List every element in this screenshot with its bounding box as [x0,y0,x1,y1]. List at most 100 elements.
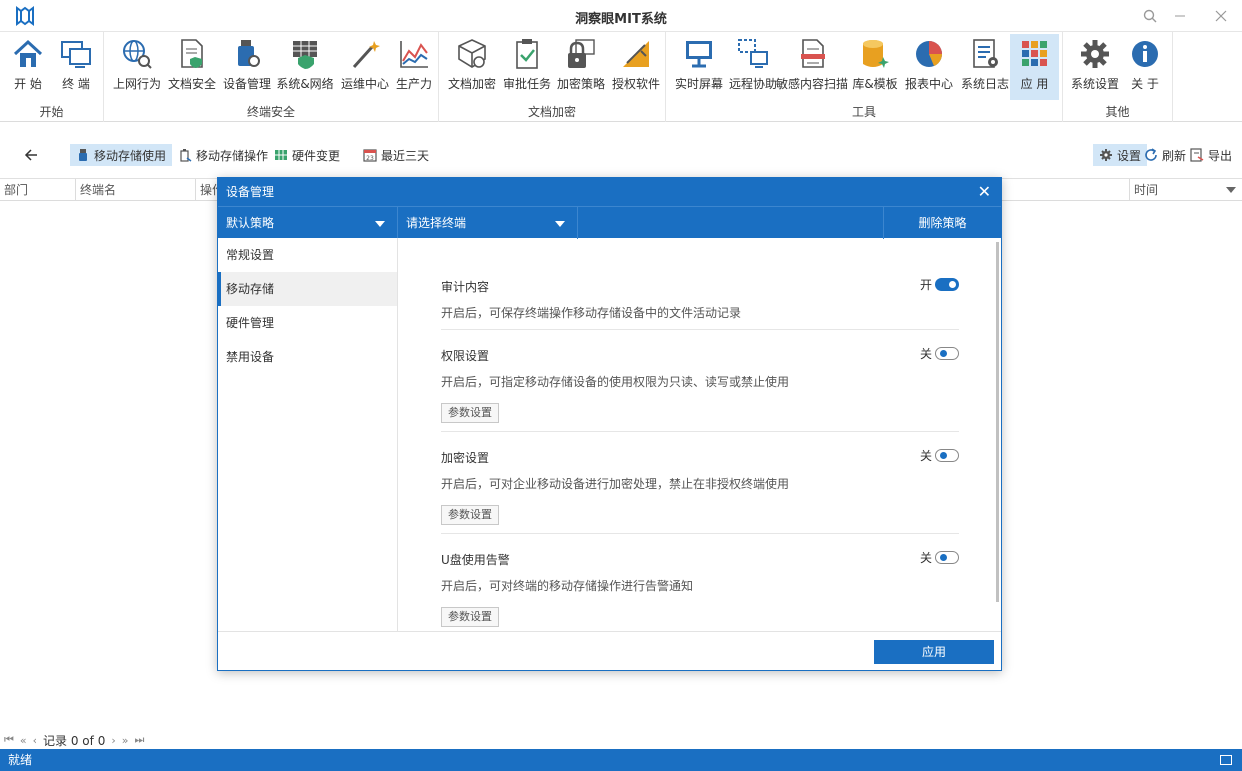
ribbon-terminal-button[interactable]: 终 端 [54,34,98,100]
scrollbar[interactable] [996,242,999,602]
dialog-policy-bar: 默认策略 请选择终端 删除策略 [218,206,1001,239]
toggle-switch[interactable] [935,551,959,564]
encryption-toggle[interactable]: 关 [920,447,959,464]
chevron-down-icon [375,221,385,227]
ribbon-library-template-button[interactable]: 库&模板 [850,34,900,100]
ribbon-system-settings-button[interactable]: 系统设置 [1069,34,1121,100]
svg-text:23: 23 [366,155,374,162]
encrypt-policy-icon [568,39,595,68]
remote-assist-icon [738,39,768,68]
search-icon[interactable] [1140,6,1160,26]
prev-page-icon[interactable]: ‹ [33,734,37,747]
ribbon-system-log-button[interactable]: 系统日志 [960,34,1010,100]
next-block-icon[interactable]: » [122,734,129,747]
ribbon-device-management-button[interactable]: 设备管理 [222,34,272,100]
ribbon-document-security-button[interactable]: 文档安全 [168,34,216,100]
ribbon-sensitive-scan-button[interactable]: 敏感内容扫描 [776,34,848,100]
usb-alert-toggle[interactable]: 关 [920,549,959,566]
mobile-storage-op-button[interactable]: 移动存储操作 [172,144,274,166]
ops-center-icon [352,41,380,69]
section-encryption: 加密设置 关 开启后，可对企业移动设备进行加密处理，禁止在非授权终端使用 参数设… [441,449,959,529]
first-page-icon[interactable]: ⏮ [4,733,14,747]
usb-alert-params-button[interactable]: 参数设置 [441,607,499,627]
status-text: 就绪 [8,753,33,767]
refresh-icon [1145,148,1157,161]
storage-operation-icon [180,149,192,162]
hardware-grid-icon [275,150,287,160]
ribbon-approval-task-button[interactable]: 审批任务 [503,34,551,100]
sidebar-item-general[interactable]: 常规设置 [218,238,397,272]
column-department[interactable]: 部门 [0,179,76,201]
dialog-sidebar: 常规设置 移动存储 硬件管理 禁用设备 [218,238,398,631]
ribbon-ops-center-button[interactable]: 运维中心 [340,34,390,100]
library-template-icon [863,40,889,68]
ribbon-system-network-button[interactable]: 系统&网络 [276,34,334,100]
sensitive-scan-icon [801,39,825,68]
toggle-switch[interactable] [935,347,959,360]
ribbon-start-button[interactable]: 开 始 [6,34,50,100]
system-network-icon [293,41,317,69]
column-time[interactable]: 时间 [1129,179,1219,201]
toggle-switch[interactable] [935,449,959,462]
divider [441,431,959,432]
recent-three-days-button[interactable]: 23 最近三天 [357,144,435,166]
web-behavior-icon [123,40,152,69]
back-button[interactable] [18,144,44,166]
ribbon-document-encrypt-button[interactable]: 文档加密 [447,34,497,100]
permission-toggle[interactable]: 关 [920,345,959,362]
pager: ⏮ « ‹ 记录 0 of 0 › » ⏭ [0,731,144,749]
close-icon[interactable]: ✕ [978,183,991,201]
ribbon-productivity-button[interactable]: 生产力 [394,34,434,100]
last-page-icon[interactable]: ⏭ [134,733,144,747]
section-audit-content: 审计内容 开 开启后，可保存终端操作移动存储设备中的文件活动记录 [441,278,959,328]
chevron-down-icon [555,221,565,227]
minimize-button[interactable] [1170,6,1190,26]
sidebar-item-hardware[interactable]: 硬件管理 [218,306,397,340]
hardware-change-button[interactable]: 硬件变更 [268,144,346,166]
keyboard-icon [1220,755,1232,765]
divider [441,533,959,534]
ribbon-authorized-software-button[interactable]: 授权软件 [611,34,661,100]
delete-policy-button[interactable]: 删除策略 [883,207,1001,239]
encryption-params-button[interactable]: 参数设置 [441,505,499,525]
divider [441,329,959,330]
dialog-content: 审计内容 开 开启后，可保存终端操作移动存储设备中的文件活动记录 权限设置 关 … [399,238,997,631]
terminal-select[interactable]: 请选择终端 [398,207,578,239]
policy-select[interactable]: 默认策略 [218,207,398,239]
ribbon-apps-button[interactable]: 应 用 [1010,34,1059,100]
ribbon-report-center-button[interactable]: 报表中心 [904,34,954,100]
mobile-storage-use-button[interactable]: 移动存储使用 [70,144,173,166]
ribbon-realtime-screen-button[interactable]: 实时屏幕 [672,34,726,100]
title-bar: 洞察眼MIT系统 [0,0,1242,32]
close-button[interactable] [1211,6,1231,26]
device-management-dialog: 设备管理 ✕ 默认策略 请选择终端 删除策略 常规设置 移动存储 硬件管理 禁用… [217,177,1002,671]
column-terminal-name[interactable]: 终端名 [76,179,196,201]
system-log-icon [973,39,998,68]
device-management-icon [238,40,260,67]
group-tools: 实时屏幕 远程协助 敏感内容扫描 库&模板 报表中心 系统日志 应 用 工具 [666,32,1063,122]
group-other: 系统设置 关 于 其他 [1063,32,1173,122]
export-icon [1190,148,1204,162]
next-page-icon[interactable]: › [111,734,115,747]
column-dropdown-icon[interactable] [1226,187,1236,193]
ribbon-remote-assist-button[interactable]: 远程协助 [728,34,778,100]
audit-toggle[interactable]: 开 [920,276,959,293]
ribbon-web-behavior-button[interactable]: 上网行为 [112,34,162,100]
group-terminal-security: 上网行为 文档安全 设备管理 系统&网络 运维中心 生产力 终端安全 [104,32,439,122]
prev-block-icon[interactable]: « [20,734,27,747]
gear-icon [1100,149,1112,161]
ribbon-about-button[interactable]: 关 于 [1125,34,1165,100]
toggle-switch[interactable] [935,278,959,291]
gear-icon [1081,40,1109,68]
sidebar-item-mobile-storage[interactable]: 移动存储 [218,272,397,306]
realtime-screen-icon [686,41,712,68]
ribbon-encrypt-policy-button[interactable]: 加密策略 [557,34,605,100]
export-button[interactable]: 导出 [1184,144,1238,166]
ribbon: 开 始 终 端 开始 上网行为 文档安全 设备管理 系统&网络 运维中心 生产力… [0,32,1242,122]
apply-button[interactable]: 应用 [874,640,994,664]
dialog-title: 设备管理 ✕ [218,178,1001,206]
info-icon [1132,41,1158,67]
sidebar-item-disabled-devices[interactable]: 禁用设备 [218,340,397,374]
permission-params-button[interactable]: 参数设置 [441,403,499,423]
status-bar: 就绪 [0,749,1242,771]
